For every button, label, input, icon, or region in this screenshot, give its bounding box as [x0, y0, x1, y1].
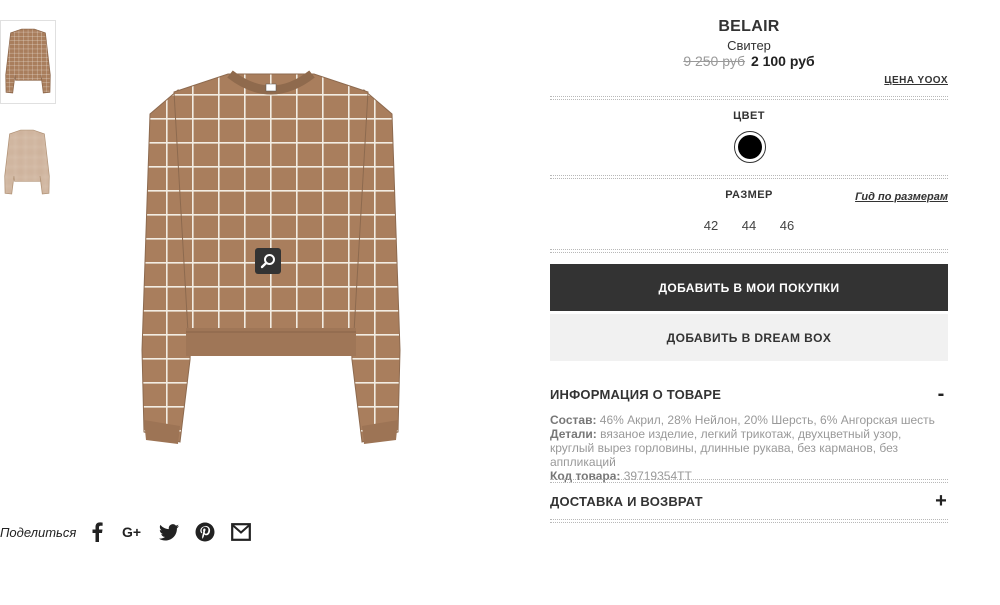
divider [550, 479, 948, 483]
details-line: Детали: вязаное изделие, легкий трикотаж… [550, 427, 948, 469]
twitter-icon[interactable] [158, 521, 180, 543]
pinterest-icon[interactable] [194, 521, 216, 543]
size-option-44[interactable]: 44 [741, 218, 757, 233]
sweater-thumbnail-image [5, 28, 51, 94]
collapse-icon[interactable]: - [934, 383, 948, 406]
brand-name[interactable]: BELAIR [550, 18, 948, 36]
sale-price: 2 100 руб [750, 53, 815, 69]
color-label: ЦВЕТ [733, 110, 765, 122]
size-guide-link[interactable]: Гид по размерам [800, 191, 948, 203]
delivery-header[interactable]: ДОСТАВКА И ВОЗВРАТ + [550, 490, 948, 513]
sweater-thumbnail-back-image [4, 129, 50, 195]
divider [550, 519, 948, 523]
composition-label: Состав: [550, 413, 597, 427]
expand-icon[interactable]: + [934, 490, 948, 513]
email-icon[interactable] [230, 521, 252, 543]
thumbnail-front[interactable] [0, 20, 56, 104]
share-label: Поделиться [0, 524, 77, 540]
divider [550, 249, 948, 253]
share-bar: Поделиться G+ [0, 521, 266, 543]
price-block: 9 250 руб 2 100 руб [550, 53, 948, 69]
zoom-button[interactable] [255, 248, 281, 274]
composition-line: Состав: 46% Акрил, 28% Нейлон, 20% Шерст… [550, 413, 948, 427]
add-to-cart-button[interactable]: ДОБАВИТЬ В МОИ ПОКУПКИ [550, 264, 948, 311]
product-category: Свитер [727, 38, 771, 53]
details-label: Детали: [550, 427, 597, 441]
svg-text:G+: G+ [122, 525, 141, 539]
thumbnail-back[interactable] [0, 122, 56, 200]
divider [550, 96, 948, 100]
google-plus-icon[interactable]: G+ [122, 521, 144, 543]
color-swatch-black[interactable] [734, 131, 766, 163]
details-value: вязаное изделие, легкий трикотаж, двухцв… [550, 427, 902, 469]
composition-value: 46% Акрил, 28% Нейлон, 20% Шерсть, 6% Ан… [599, 413, 935, 427]
old-price: 9 250 руб [683, 53, 746, 69]
add-to-dreambox-button[interactable]: ДОБАВИТЬ В DREAM BOX [550, 314, 948, 361]
product-info-title: ИНФОРМАЦИЯ О ТОВАРЕ [550, 386, 722, 402]
product-details: Состав: 46% Акрил, 28% Нейлон, 20% Шерст… [550, 413, 948, 483]
yoox-price-link[interactable]: ЦЕНА YOOX [750, 75, 948, 86]
color-swatch-fill [738, 135, 762, 159]
magnifier-icon [260, 254, 275, 269]
divider [550, 175, 948, 179]
size-option-46[interactable]: 46 [779, 218, 795, 233]
facebook-icon[interactable] [86, 521, 108, 543]
size-options: 42 44 46 [550, 218, 948, 233]
product-info-header[interactable]: ИНФОРМАЦИЯ О ТОВАРЕ - [550, 383, 948, 406]
size-option-42[interactable]: 42 [703, 218, 719, 233]
delivery-title: ДОСТАВКА И ВОЗВРАТ [550, 493, 703, 509]
